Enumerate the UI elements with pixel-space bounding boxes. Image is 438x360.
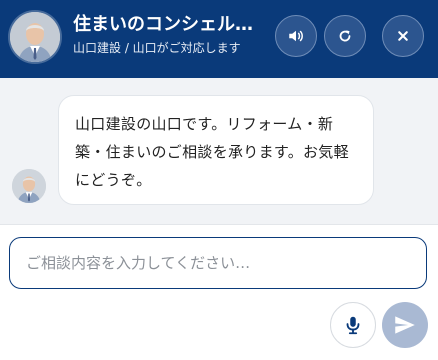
chat-area[interactable]: 山口建設の山口です。リフォーム・新築・住まいのご相談を承ります。お気軽にどうぞ。 xyxy=(0,78,438,224)
chat-title: 住まいのコンシェル… xyxy=(73,14,253,35)
avatar-photo xyxy=(10,12,60,62)
send-icon xyxy=(395,316,415,334)
avatar-photo xyxy=(12,169,46,203)
avatar xyxy=(10,12,60,62)
chat-subtitle: 山口建設 / 山口がご対応します xyxy=(73,41,241,55)
refresh-button[interactable] xyxy=(324,15,366,57)
voice-input-button[interactable] xyxy=(330,302,376,348)
message-input[interactable] xyxy=(10,238,426,288)
close-button[interactable] xyxy=(382,15,424,57)
close-icon xyxy=(398,31,408,41)
chat-header: 住まいのコンシェル… 山口建設 / 山口がご対応します xyxy=(0,0,438,78)
sound-button[interactable] xyxy=(275,15,317,57)
agent-message-bubble: 山口建設の山口です。リフォーム・新築・住まいのご相談を承ります。お気軽にどうぞ。 xyxy=(58,95,374,205)
refresh-icon xyxy=(339,30,351,42)
divider xyxy=(0,224,438,225)
agent-avatar xyxy=(12,169,46,203)
message-input-wrapper[interactable] xyxy=(9,237,427,289)
send-button[interactable] xyxy=(382,302,428,348)
speaker-icon xyxy=(289,30,303,42)
microphone-icon xyxy=(346,316,360,335)
agent-message-text: 山口建設の山口です。リフォーム・新築・住まいのご相談を承ります。お気軽にどうぞ。 xyxy=(75,115,349,189)
